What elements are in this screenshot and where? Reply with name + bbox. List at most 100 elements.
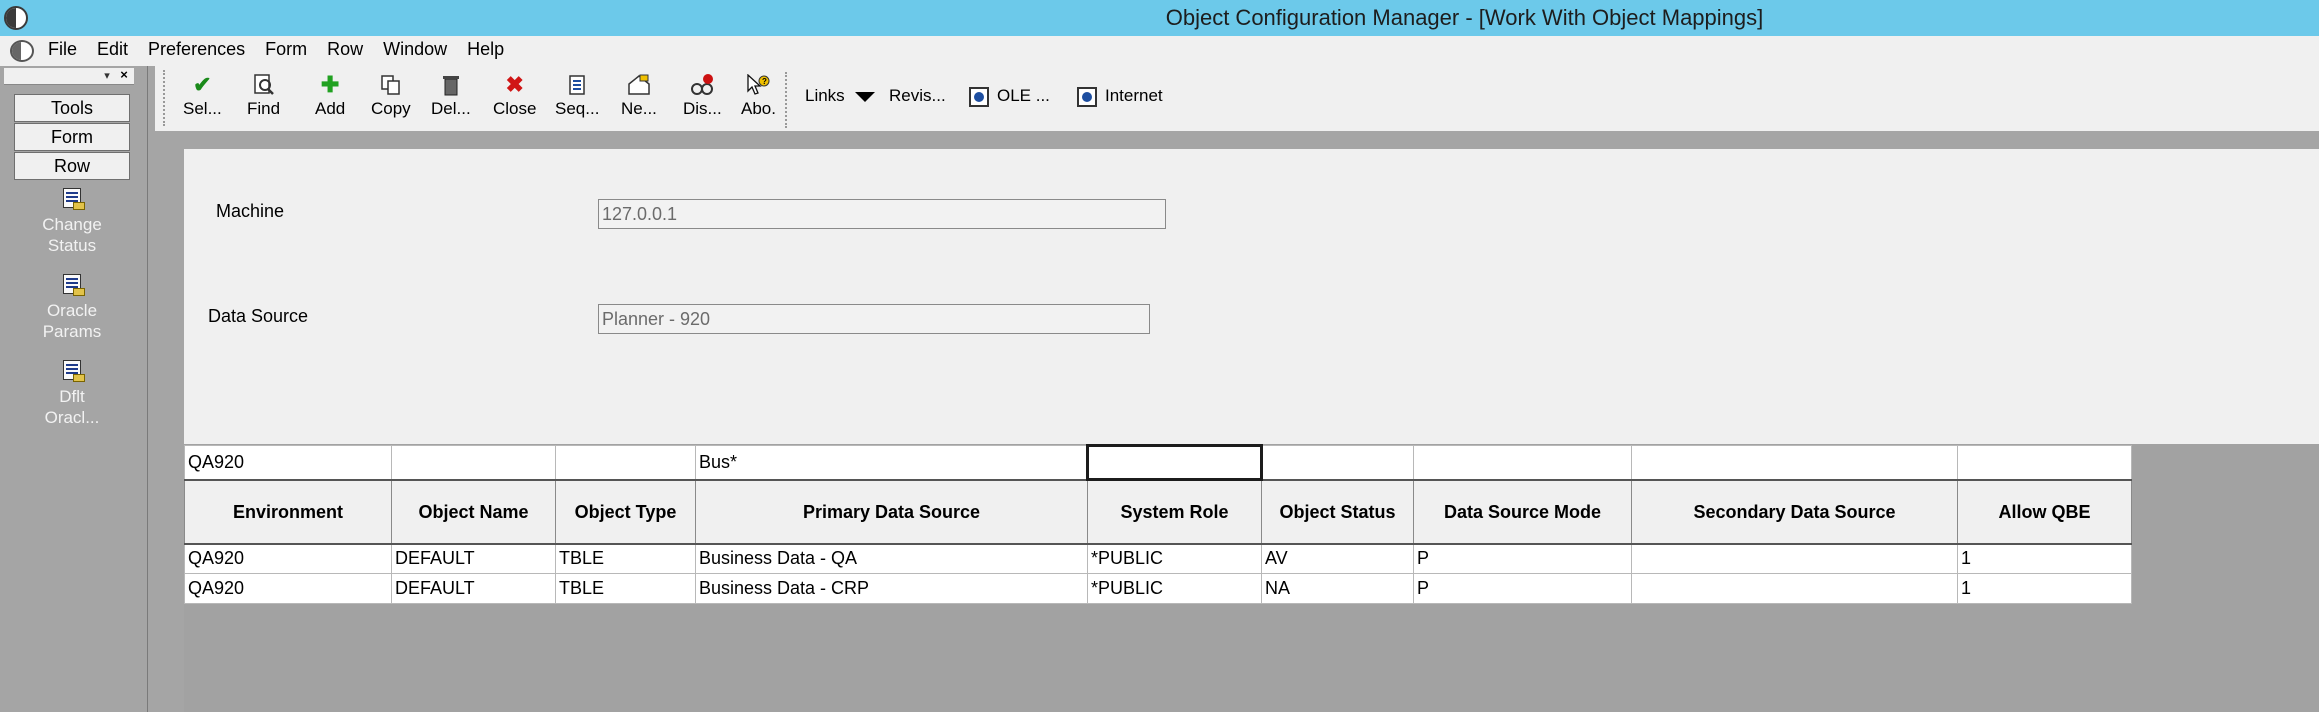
qbe-cell[interactable]: Bus* (695, 445, 1088, 480)
cell-primary-data-source: Business Data - QA (695, 543, 1088, 574)
menu-file[interactable]: File (48, 39, 88, 60)
new-icon (626, 74, 652, 96)
ole-link[interactable]: OLE ... (969, 86, 1050, 107)
qbe-cell[interactable] (555, 445, 696, 480)
cell-allow-qbe: 1 (1957, 543, 2132, 574)
trash-icon (438, 74, 464, 96)
sequence-button[interactable]: Seq... (555, 74, 599, 119)
table-row[interactable]: QA920 DEFAULT TBLE Business Data - CRP *… (184, 573, 2132, 604)
caret-down-icon (854, 91, 875, 102)
cell-object-name: DEFAULT (391, 543, 556, 574)
exit-dflt-oracle[interactable]: Dflt Oracl... (14, 360, 130, 428)
qbe-cell[interactable] (1957, 445, 2132, 480)
menu-preferences[interactable]: Preferences (148, 39, 256, 60)
about-icon: ? (745, 73, 771, 96)
qbe-cell[interactable] (1413, 445, 1632, 480)
tab-form[interactable]: Form (14, 123, 130, 151)
toolbar-grip[interactable] (163, 70, 166, 126)
cell-system-role: *PUBLIC (1087, 543, 1262, 574)
qbe-row: QA920 Bus* (184, 444, 2132, 481)
copy-button[interactable]: Copy (371, 74, 411, 119)
plus-icon: ✚ (320, 72, 340, 97)
about-button[interactable]: ? Abo. (741, 73, 776, 119)
select-button[interactable]: ✔ Sel... (183, 74, 222, 119)
column-header-data-source-mode[interactable]: Data Source Mode (1413, 478, 1632, 545)
cell-environment: QA920 (184, 543, 392, 574)
toolbar-separator (785, 72, 787, 128)
new-button[interactable]: Ne... (621, 74, 657, 119)
column-header-system-role[interactable]: System Role (1087, 478, 1262, 545)
exit-oracle-params[interactable]: Oracle Params (14, 274, 130, 342)
window-title: Object Configuration Manager - [Work Wit… (1165, 5, 1764, 30)
qbe-cell[interactable] (1261, 445, 1414, 480)
column-header-allow-qbe[interactable]: Allow QBE (1957, 478, 2132, 545)
object-mappings-grid: QA920 Bus* Environment Object Name Objec… (184, 444, 2132, 604)
exit-label: Params (42, 322, 102, 341)
machine-label: Machine (216, 201, 285, 221)
form-header: Machine 127.0.0.1 Data Source Planner - … (184, 149, 2319, 444)
links-dropdown[interactable]: Links (805, 86, 875, 106)
menu-row[interactable]: Row (327, 39, 374, 60)
machine-field[interactable]: 127.0.0.1 (598, 199, 1166, 229)
qbe-cell[interactable] (391, 445, 556, 480)
table-row[interactable]: QA920 DEFAULT TBLE Business Data - QA *P… (184, 543, 2132, 574)
find-button[interactable]: Find (247, 74, 280, 119)
toolbar: ✔ Sel... Find ✚ Add Copy Del... ✖ Close … (155, 66, 2319, 131)
column-header-secondary-data-source[interactable]: Secondary Data Source (1631, 478, 1958, 545)
row-exit-icon (59, 274, 85, 296)
tab-tools[interactable]: Tools (14, 94, 130, 122)
close-icon: ✖ (505, 72, 524, 97)
internet-icon (1077, 86, 1097, 107)
display-icon (689, 74, 715, 96)
revisions-link[interactable]: Revis... (889, 86, 946, 106)
exit-change-status[interactable]: Change Status (14, 188, 130, 256)
column-header-object-type[interactable]: Object Type (555, 478, 696, 545)
display-button[interactable]: Dis... (683, 74, 722, 119)
cell-object-status: AV (1261, 543, 1414, 574)
close-button[interactable]: ✖ Close (493, 74, 536, 119)
copy-icon (378, 74, 404, 96)
exit-label: Change (42, 215, 102, 234)
dropdown-icon[interactable]: ▾ (100, 69, 114, 83)
qbe-cell[interactable] (1086, 444, 1263, 481)
cell-secondary-data-source (1631, 543, 1958, 574)
grid-area: QA920 Bus* Environment Object Name Objec… (184, 444, 2319, 712)
cell-secondary-data-source (1631, 573, 1958, 604)
column-header-object-status[interactable]: Object Status (1261, 478, 1414, 545)
internet-link[interactable]: Internet (1077, 86, 1163, 107)
ole-icon (969, 86, 989, 107)
cell-object-name: DEFAULT (391, 573, 556, 604)
close-icon[interactable]: × (117, 68, 131, 82)
row-exit-icon (59, 360, 85, 382)
delete-button[interactable]: Del... (431, 74, 471, 119)
column-header-environment[interactable]: Environment (184, 478, 392, 545)
checkmark-icon: ✔ (193, 72, 212, 97)
tab-row[interactable]: Row (14, 152, 130, 180)
exit-label: Oracl... (44, 408, 100, 427)
qbe-cell[interactable]: QA920 (184, 445, 392, 480)
column-header-primary-data-source[interactable]: Primary Data Source (695, 478, 1088, 545)
menu-form[interactable]: Form (265, 39, 318, 60)
cell-system-role: *PUBLIC (1087, 573, 1262, 604)
cell-primary-data-source: Business Data - CRP (695, 573, 1088, 604)
add-button[interactable]: ✚ Add (315, 74, 345, 119)
cell-object-type: TBLE (555, 573, 696, 604)
exit-label: Oracle (46, 301, 98, 320)
system-menu-icon[interactable] (10, 40, 34, 62)
menu-edit[interactable]: Edit (97, 39, 139, 60)
cell-data-source-mode: P (1413, 543, 1632, 574)
cell-allow-qbe: 1 (1957, 573, 2132, 604)
menu-help[interactable]: Help (467, 39, 515, 60)
svg-text:?: ? (762, 77, 767, 86)
menu-bar: File Edit Preferences Form Row Window He… (0, 36, 2319, 66)
exit-bar-header: ▾ × (4, 68, 134, 85)
data-source-label: Data Source (208, 306, 309, 326)
cell-object-status: NA (1261, 573, 1414, 604)
column-header-object-name[interactable]: Object Name (391, 478, 556, 545)
qbe-cell[interactable] (1631, 445, 1958, 480)
data-source-field[interactable]: Planner - 920 (598, 304, 1150, 334)
cell-data-source-mode: P (1413, 573, 1632, 604)
sequence-icon (564, 74, 590, 96)
find-icon (251, 74, 277, 96)
menu-window[interactable]: Window (383, 39, 458, 60)
